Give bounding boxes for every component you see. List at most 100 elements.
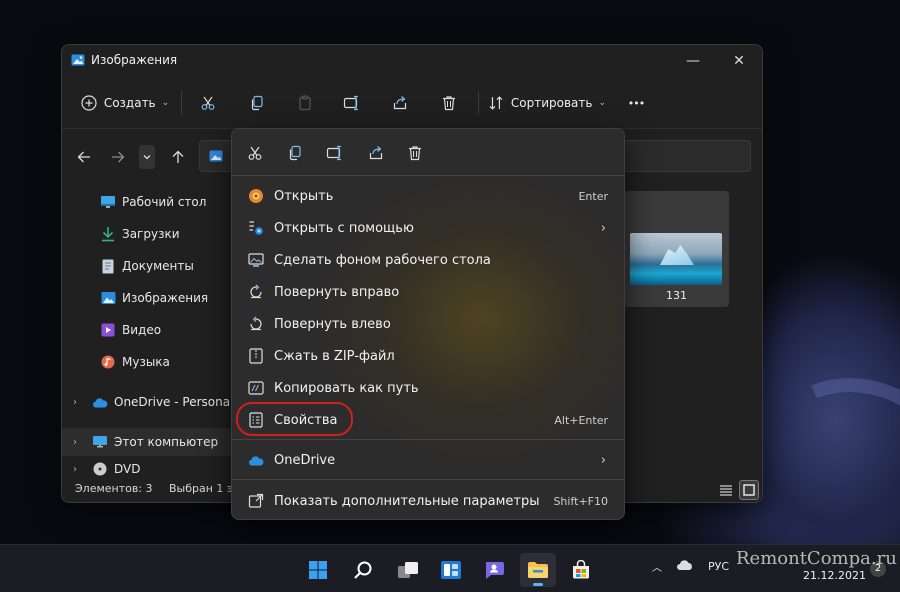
share-icon	[393, 96, 407, 110]
menu-item-open[interactable]: Открыть Enter	[236, 180, 620, 212]
copy-icon	[251, 95, 263, 111]
task-view-button[interactable]	[390, 553, 426, 587]
chevron-right-icon: ›	[600, 452, 606, 468]
chevron-down-icon: ⌄	[161, 98, 170, 108]
zip-icon	[247, 347, 265, 365]
create-label: Создать	[103, 96, 156, 110]
scissors-icon	[248, 146, 262, 160]
sort-button[interactable]: Сортировать ⌄	[488, 89, 606, 117]
watermark: RemontCompa.ru	[736, 548, 897, 569]
copy-path-icon	[247, 379, 265, 397]
menu-item-open-with[interactable]: Открыть с помощью ›	[236, 212, 620, 244]
pictures-app-icon	[71, 54, 85, 66]
menu-item-set-wallpaper[interactable]: Сделать фоном рабочего стола	[236, 244, 620, 276]
rotate-left-icon	[247, 315, 265, 333]
scissors-icon	[201, 96, 215, 110]
rename-icon	[343, 95, 358, 111]
create-button[interactable]: Создать ⌄	[80, 89, 170, 117]
open-with-icon	[247, 219, 265, 237]
sidebar-item-label: Видео	[122, 323, 162, 337]
sidebar-item-music[interactable]: Музыка	[62, 348, 237, 376]
up-button[interactable]	[165, 145, 191, 169]
more-options-button[interactable]: •••	[622, 89, 650, 117]
menu-item-label: Показать дополнительные параметры	[274, 493, 540, 509]
pictures-icon	[100, 290, 116, 306]
menu-item-rotate-right[interactable]: Повернуть вправо	[236, 276, 620, 308]
sidebar-item-label: Загрузки	[122, 227, 180, 241]
search-icon	[354, 561, 372, 579]
menu-item-label: Открыть	[274, 188, 334, 204]
tiles-view-button[interactable]	[739, 480, 759, 500]
menu-item-shortcut: Alt+Enter	[554, 413, 608, 427]
menu-item-onedrive[interactable]: OneDrive ›	[236, 444, 620, 476]
sidebar-item-label: Музыка	[122, 355, 170, 369]
language-indicator[interactable]: РУС	[708, 560, 729, 573]
search-button[interactable]	[345, 553, 381, 587]
forward-button[interactable]	[105, 145, 131, 169]
sidebar-item-this-pc[interactable]: › Этот компьютер	[62, 428, 237, 456]
sidebar-item-pictures[interactable]: Изображения	[62, 284, 237, 312]
context-menu-quick-actions	[232, 129, 624, 175]
chevron-up-icon[interactable]: ︿	[652, 559, 662, 574]
store-button[interactable]	[563, 553, 599, 587]
cut-button[interactable]	[194, 89, 222, 117]
arrow-up-icon	[172, 150, 184, 163]
context-share-button[interactable]	[362, 139, 390, 167]
rename-button[interactable]	[338, 89, 366, 117]
download-icon	[100, 226, 116, 242]
copy-button[interactable]	[243, 89, 271, 117]
task-view-icon	[398, 562, 418, 578]
start-button[interactable]	[300, 553, 336, 587]
file-explorer-taskbar-button[interactable]	[520, 553, 556, 587]
context-divider	[232, 439, 624, 440]
menu-item-rotate-left[interactable]: Повернуть влево	[236, 308, 620, 340]
back-button[interactable]	[71, 145, 97, 169]
chat-button[interactable]	[476, 553, 512, 587]
sidebar-item-dvd[interactable]: › DVD	[62, 462, 237, 476]
context-rename-button[interactable]	[321, 139, 349, 167]
sidebar-item-label: Рабочий стол	[122, 195, 207, 209]
title-bar[interactable]: Изображения — ✕	[62, 45, 762, 77]
sidebar-item-onedrive[interactable]: › OneDrive - Personal	[62, 388, 237, 416]
paste-button[interactable]	[291, 89, 319, 117]
recent-locations-button[interactable]	[139, 145, 155, 169]
sidebar-item-downloads[interactable]: Загрузки	[62, 220, 237, 248]
command-bar: Создать ⌄ Сортировать ⌄ •••	[62, 77, 762, 129]
chevron-right-icon: ›	[600, 220, 606, 236]
arrow-right-icon	[112, 151, 125, 163]
menu-item-label: Повернуть влево	[274, 316, 391, 332]
chevron-right-icon[interactable]: ›	[73, 437, 77, 448]
chevron-right-icon[interactable]: ›	[73, 397, 77, 408]
file-thumbnail-card[interactable]: 131	[624, 191, 729, 307]
menu-item-compress-zip[interactable]: Сжать в ZIP-файл	[236, 340, 620, 372]
delete-button[interactable]	[435, 89, 463, 117]
windows-logo-icon	[309, 561, 327, 579]
toolbar-divider	[181, 91, 182, 115]
clipboard-icon	[299, 95, 311, 111]
trash-icon	[409, 146, 421, 161]
details-view-button[interactable]	[716, 480, 736, 500]
tiles-view-icon	[743, 484, 755, 496]
menu-item-label: Сжать в ZIP-файл	[274, 348, 395, 364]
close-button[interactable]: ✕	[716, 45, 762, 77]
context-copy-button[interactable]	[281, 139, 309, 167]
sidebar-item-documents[interactable]: Документы	[62, 252, 237, 280]
sort-label: Сортировать	[510, 96, 593, 110]
document-icon	[100, 258, 116, 274]
share-button[interactable]	[386, 89, 414, 117]
selected-count: Выбран 1 э	[169, 482, 233, 495]
chevron-right-icon[interactable]: ›	[73, 464, 77, 475]
context-divider	[232, 175, 624, 176]
context-cut-button[interactable]	[241, 139, 269, 167]
cloud-tray-icon[interactable]	[676, 559, 694, 574]
widgets-button[interactable]	[433, 553, 469, 587]
open-app-icon	[247, 187, 265, 205]
menu-item-copy-as-path[interactable]: Копировать как путь	[236, 372, 620, 404]
menu-item-show-more-options[interactable]: Показать дополнительные параметры Shift+…	[236, 485, 620, 517]
context-delete-button[interactable]	[401, 139, 429, 167]
sidebar-item-videos[interactable]: Видео	[62, 316, 237, 344]
sidebar-item-desktop[interactable]: Рабочий стол	[62, 188, 237, 216]
share-icon	[369, 146, 383, 160]
sort-icon	[489, 96, 503, 110]
rename-icon	[326, 145, 341, 161]
